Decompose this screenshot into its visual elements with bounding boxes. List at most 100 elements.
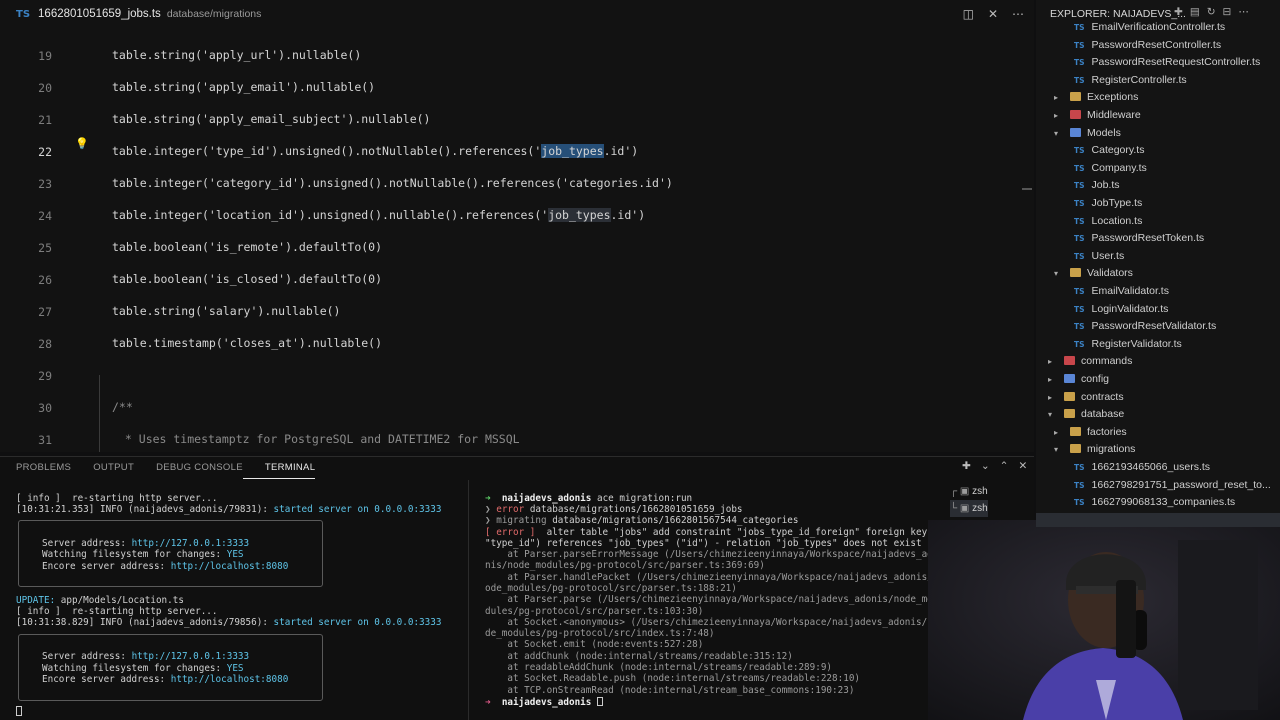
new-file-icon[interactable]: ✚ <box>1174 6 1183 18</box>
panel-tab-output[interactable]: OUTPUT <box>71 457 134 479</box>
folder-item[interactable]: ▸ factories <box>1054 424 1127 440</box>
file-item[interactable]: TS Location.ts <box>1074 213 1142 229</box>
code-segment: table.integer('type_id').unsigned().notN… <box>112 144 542 158</box>
code-line[interactable]: 27 table.string('salary').nullable() <box>0 296 1034 328</box>
code-line[interactable]: 19 table.string('apply_url').nullable() <box>0 40 1034 72</box>
file-item[interactable]: TS RegisterController.ts <box>1074 72 1187 88</box>
file-item[interactable]: TS EmailValidator.ts <box>1074 283 1169 299</box>
file-item[interactable]: TS Company.ts <box>1074 160 1147 176</box>
typescript-icon: TS <box>1074 339 1085 349</box>
code-line[interactable]: 29 <box>0 360 1034 392</box>
file-item[interactable]: TS 1662799068133_companies.ts <box>1074 494 1235 510</box>
file-item[interactable]: TS 1662798291751_password_reset_to... <box>1074 477 1271 493</box>
file-item[interactable]: TS EmailVerificationController.ts <box>1074 19 1225 35</box>
add-terminal-icon[interactable]: ✚ <box>962 460 971 472</box>
split-editor-icon[interactable]: ◫ <box>963 7 974 21</box>
chevron-down-icon[interactable]: ▾ <box>1054 442 1066 458</box>
file-item[interactable]: TS PasswordResetValidator.ts <box>1074 318 1216 334</box>
chevron-down-icon[interactable]: ▾ <box>1048 407 1060 423</box>
terminal-instance[interactable]: ┌ ▣ zsh <box>950 483 988 500</box>
server-link[interactable]: http://127.0.0.1:3333 <box>132 538 250 549</box>
server-link[interactable]: http://127.0.0.1:3333 <box>132 651 250 662</box>
collapse-all-icon[interactable]: ⊟ <box>1223 6 1232 18</box>
panel-actions: ✚ ⌄ ⌃ ✕ <box>962 460 1027 472</box>
chevron-right-icon[interactable]: ▸ <box>1048 390 1060 406</box>
encore-link[interactable]: http://localhost:8080 <box>171 561 289 572</box>
chevron-down-icon[interactable]: ▾ <box>1054 266 1066 282</box>
editor-tab-filename[interactable]: 1662801051659_jobs.ts <box>38 8 161 20</box>
folder-item[interactable]: ▾ database <box>1048 406 1124 422</box>
file-item[interactable]: TS Job.ts <box>1074 177 1120 193</box>
encore-link[interactable]: http://localhost:8080 <box>171 674 289 685</box>
folder-item[interactable]: ▸ contracts <box>1048 389 1124 405</box>
code-line[interactable]: 25 table.boolean('is_remote').defaultTo(0… <box>0 232 1034 264</box>
code-line[interactable]: 22 table.integer('type_id').unsigned().no… <box>0 136 1034 168</box>
file-item[interactable]: TS PasswordResetController.ts <box>1074 37 1221 53</box>
typescript-icon: TS <box>1074 251 1085 261</box>
file-item[interactable]: TS RegisterValidator.ts <box>1074 336 1182 352</box>
folder-icon <box>1064 374 1075 383</box>
folder-item[interactable]: ▸ commands <box>1048 353 1132 369</box>
maximize-panel-icon[interactable]: ⌃ <box>1000 460 1009 472</box>
folder-item[interactable]: ▾ migrations <box>1054 441 1135 457</box>
code-line[interactable]: 28 table.timestamp('closes_at').nullable(… <box>0 328 1034 360</box>
code-line[interactable]: 21 table.string('apply_email_subject').nu… <box>0 104 1034 136</box>
close-icon[interactable]: ✕ <box>988 7 998 21</box>
code-line[interactable]: 30 /** <box>0 392 1034 424</box>
file-item[interactable]: TS LoginValidator.ts <box>1074 301 1168 317</box>
close-panel-icon[interactable]: ✕ <box>1018 460 1027 472</box>
refresh-icon[interactable]: ↻ <box>1207 6 1216 18</box>
chevron-right-icon[interactable]: ▸ <box>1048 372 1060 388</box>
code-line[interactable]: 24 table.integer('location_id').unsigned(… <box>0 200 1034 232</box>
lightbulb-icon[interactable]: 💡 <box>75 137 89 150</box>
code-line[interactable]: 20 table.string('apply_email').nullable() <box>0 72 1034 104</box>
code-line[interactable]: 23 table.integer('category_id').unsigned(… <box>0 168 1034 200</box>
prompt-arrow-icon: ➜ <box>485 697 491 708</box>
code-line[interactable]: 26 table.boolean('is_closed').defaultTo(0… <box>0 264 1034 296</box>
folder-icon <box>1070 268 1081 278</box>
file-item[interactable]: TS JobType.ts <box>1074 195 1142 211</box>
chevron-right-icon[interactable]: ▸ <box>1048 354 1060 370</box>
folder-icon <box>1070 444 1081 454</box>
file-item[interactable]: TS 1662193465066_users.ts <box>1074 459 1210 475</box>
folder-item[interactable]: ▸ config <box>1048 371 1109 387</box>
folder-item[interactable]: ▾ Validators <box>1054 265 1133 281</box>
file-item[interactable]: TS Category.ts <box>1074 142 1144 158</box>
more-actions-icon[interactable]: ⋯ <box>1012 7 1024 21</box>
folder-item[interactable]: ▸ Exceptions <box>1054 89 1138 105</box>
panel-tab-problems[interactable]: PROBLEMS <box>0 457 71 479</box>
folder-icon <box>1070 110 1081 119</box>
terminal-split-divider[interactable] <box>468 480 469 720</box>
code-area[interactable]: 19 table.string('apply_url').nullable() 20… <box>0 40 1034 452</box>
tree-item-label: User.ts <box>1091 249 1125 262</box>
chevron-down-icon[interactable]: ⌄ <box>981 460 990 472</box>
tree-item-label: Job.ts <box>1091 179 1120 192</box>
panel-tab-debug-console[interactable]: DEBUG CONSOLE <box>134 457 243 479</box>
chevron-right-icon[interactable]: ▸ <box>1054 108 1066 124</box>
chevron-right-icon[interactable]: ▸ <box>1054 425 1066 441</box>
more-actions-icon[interactable]: ⋯ <box>1238 6 1249 18</box>
folder-item[interactable]: ▸ Middleware <box>1054 107 1141 123</box>
indent-guide <box>99 375 100 452</box>
file-item[interactable]: TS PasswordResetRequestController.ts <box>1074 54 1260 70</box>
terminal-line: ➜ naijadevs_adonis <box>485 697 603 708</box>
typescript-icon: TS <box>1074 23 1085 32</box>
file-item[interactable]: TS PasswordResetToken.ts <box>1074 230 1204 246</box>
terminal-instance[interactable]: └ ▣ zsh <box>950 500 988 517</box>
file-item[interactable]: TS User.ts <box>1074 248 1124 264</box>
code-line[interactable]: 31 * Uses timestamptz for PostgreSQL and… <box>0 424 1034 452</box>
explorer-selected-row <box>1036 513 1280 527</box>
webcam-overlay <box>928 520 1280 720</box>
explorer-sidebar[interactable]: EXPLORER: NAIJADEVS_... ✚ ▤ ↻ ⊟ ⋯ TS Emai… <box>1036 0 1280 520</box>
folder-item[interactable]: ▾ Models <box>1054 125 1121 141</box>
typescript-icon: TS <box>1074 181 1085 191</box>
prompt-directory: naijadevs_adonis <box>501 697 592 708</box>
editor-pane[interactable]: TS 1662801051659_jobs.ts database/migrat… <box>0 0 1034 452</box>
panel-tab-terminal[interactable]: TERMINAL <box>242 457 316 479</box>
chevron-down-icon[interactable]: ▾ <box>1054 126 1066 142</box>
stack-trace-line: nis/node_modules/pg-protocol/src/parser.… <box>485 560 765 572</box>
terminal-line: [ info ] re-starting http server... <box>16 493 218 504</box>
chevron-right-icon[interactable]: ▸ <box>1054 90 1066 106</box>
new-folder-icon[interactable]: ▤ <box>1190 6 1200 18</box>
terminal-list[interactable]: ┌ ▣ zsh └ ▣ zsh <box>950 483 988 517</box>
